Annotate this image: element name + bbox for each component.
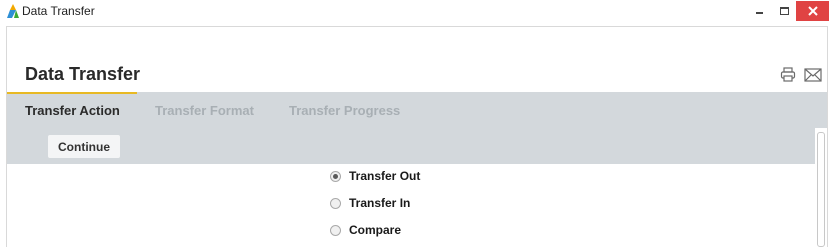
- maximize-button[interactable]: [773, 2, 795, 20]
- radio-button[interactable]: [330, 170, 341, 182]
- close-icon: [807, 6, 818, 16]
- radio-option-transfer-out[interactable]: Transfer Out: [330, 167, 420, 185]
- tab-bar: Transfer Action Transfer Format Transfer…: [7, 92, 827, 128]
- radio-label: Transfer In: [349, 196, 411, 210]
- minimize-button[interactable]: [748, 2, 770, 20]
- action-toolbar: Continue: [7, 128, 815, 164]
- radio-button[interactable]: [330, 197, 341, 209]
- scrollbar-thumb[interactable]: [817, 132, 825, 247]
- tab-transfer-progress[interactable]: Transfer Progress: [289, 92, 400, 128]
- window-title: Data Transfer: [22, 4, 95, 18]
- header-divider: [6, 26, 828, 27]
- minimize-icon: [755, 12, 763, 14]
- mail-icon[interactable]: [804, 68, 822, 82]
- active-tab-indicator: [7, 92, 137, 94]
- radio-label: Compare: [349, 223, 402, 237]
- radio-label: Transfer Out: [349, 169, 421, 183]
- app-logo-icon: [7, 4, 19, 18]
- frame-border-right: [827, 26, 828, 247]
- page-title: Data Transfer: [25, 64, 141, 84]
- print-icon[interactable]: [780, 67, 796, 82]
- close-button[interactable]: [796, 1, 829, 21]
- continue-button[interactable]: Continue: [48, 135, 120, 158]
- radio-option-transfer-in[interactable]: Transfer In: [330, 194, 410, 212]
- tab-transfer-format[interactable]: Transfer Format: [155, 92, 254, 128]
- radio-button[interactable]: [330, 224, 341, 236]
- tab-transfer-action[interactable]: Transfer Action: [24, 92, 121, 128]
- maximize-icon: [779, 7, 789, 15]
- window-titlebar: Data Transfer: [0, 0, 834, 22]
- radio-option-compare[interactable]: Compare: [330, 221, 401, 239]
